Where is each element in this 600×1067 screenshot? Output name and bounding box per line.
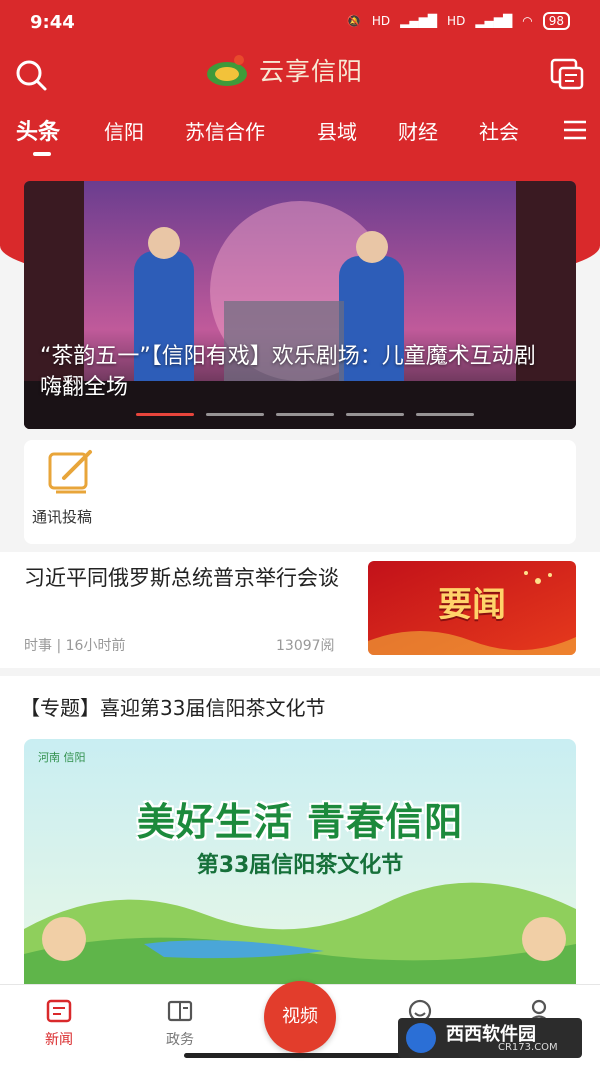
news-title: 习近平同俄罗斯总统普京举行会谈: [24, 566, 339, 590]
quick-tools-card: 通讯投稿: [24, 440, 576, 544]
carousel-dot[interactable]: [416, 413, 474, 416]
battery-icon: 98: [542, 12, 570, 30]
watermark-url: CR173.COM: [498, 1042, 558, 1053]
status-icons: 🔕 HD ▂▄▆█ HD ▂▄▆█ ◠ 98: [347, 12, 570, 30]
news-read-count: 13097阅: [276, 638, 335, 654]
home-indicator: [184, 1053, 416, 1058]
tabbar-government[interactable]: 政务: [150, 997, 210, 1049]
tabbar-label: 政务: [166, 1032, 194, 1048]
tab-headlines[interactable]: 头条: [16, 114, 60, 146]
government-icon: [167, 1000, 193, 1022]
signal-icon: ▂▄▆█: [400, 14, 438, 28]
status-time: 9:44: [30, 12, 75, 33]
active-tab-indicator: [33, 152, 51, 156]
edit-icon[interactable]: [46, 448, 98, 496]
signal-label-1: HD: [371, 14, 391, 28]
topic-title[interactable]: 【专题】喜迎第33届信阳茶文化节: [20, 692, 325, 721]
tab-finance[interactable]: 财经: [398, 116, 438, 145]
tabbar-label: 新闻: [45, 1032, 73, 1048]
app-name: 云享信阳: [259, 57, 364, 86]
news-category: 时事: [24, 638, 52, 654]
signal-label-2: HD: [447, 14, 466, 28]
carousel-dot[interactable]: [346, 413, 404, 416]
topic-banner[interactable]: 河南 信阳 美好生活 青春信阳 第33届信阳茶文化节: [24, 739, 576, 984]
carousel-dot[interactable]: [276, 413, 334, 416]
news-list-item[interactable]: 习近平同俄罗斯总统普京举行会谈 时事 | 16小时前 13097阅 要闻: [0, 552, 600, 668]
signal-icon: ▂▄▆█: [475, 14, 513, 28]
featured-banner[interactable]: “茶韵五一”【信阳有戏】欢乐剧场：儿童魔术互动剧嗨翻全场: [24, 181, 576, 429]
app-logo: 云享信阳: [203, 52, 363, 88]
tab-xinyang[interactable]: 信阳: [104, 116, 144, 145]
topic-banner-headline: 美好生活 青春信阳: [136, 800, 464, 844]
topic-banner-logo: 河南 信阳: [38, 751, 86, 764]
status-bar: 9:44 🔕 HD ▂▄▆█ HD ▂▄▆█ ◠ 98: [0, 0, 600, 46]
scan-news-icon[interactable]: [550, 58, 584, 90]
tab-county[interactable]: 县域: [317, 116, 357, 145]
news-thumbnail: 要闻: [368, 561, 576, 655]
thumbnail-text: 要闻: [438, 585, 506, 625]
tab-society[interactable]: 社会: [479, 116, 519, 145]
menu-icon[interactable]: [562, 119, 588, 141]
tabbar-video-button[interactable]: 视频: [264, 981, 336, 1053]
tab-su-xin-cooperation[interactable]: 苏信合作: [185, 116, 265, 145]
banner-title: “茶韵五一”【信阳有戏】欢乐剧场：儿童魔术互动剧嗨翻全场: [40, 344, 536, 400]
carousel-dot[interactable]: [206, 413, 264, 416]
carousel-dot[interactable]: [136, 413, 194, 416]
channel-tabs: 头条 信阳 苏信合作 县域 财经 社会: [0, 112, 600, 152]
watermark-logo-icon: [406, 1023, 436, 1053]
news-icon: [46, 999, 72, 1023]
search-icon[interactable]: [14, 58, 48, 92]
topic-section: 【专题】喜迎第33届信阳茶文化节 河南 信阳 美好生活 青春信阳 第33届信阳茶…: [0, 676, 600, 984]
topic-banner-subtitle: 第33届信阳茶文化节: [196, 853, 404, 878]
tabbar-news[interactable]: 新闻: [29, 997, 89, 1049]
tool-label-submit-news[interactable]: 通讯投稿: [32, 506, 92, 527]
news-time: 16小时前: [65, 638, 126, 654]
logo-mark-icon: [207, 55, 247, 86]
mute-icon: 🔕: [346, 14, 362, 28]
wifi-icon: ◠: [522, 14, 533, 28]
news-meta: 时事 | 16小时前: [24, 638, 126, 654]
watermark: 西西软件园 CR173.COM: [398, 1018, 582, 1058]
carousel-dots: [136, 413, 474, 416]
